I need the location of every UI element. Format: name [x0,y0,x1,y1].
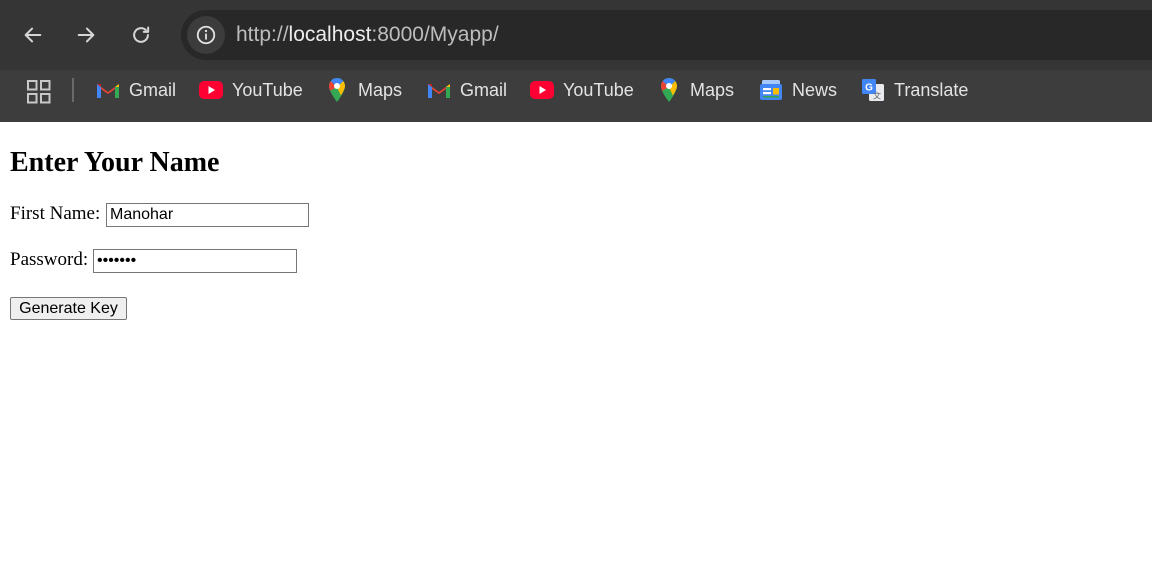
back-button[interactable] [15,17,51,53]
maps-icon [657,78,681,102]
page-title: Enter Your Name [10,147,220,178]
page-content: Enter Your Name First Name: Manohar Pass… [0,122,1152,571]
bookmark-label: Translate [894,79,969,100]
bookmark-label: Gmail [129,79,177,100]
bookmarks-separator [72,78,74,102]
reload-icon [133,26,150,43]
first-name-label: First Name: [10,203,101,224]
url-path: :8000/Myapp/ [371,23,499,46]
reload-button[interactable] [123,17,159,53]
youtube-icon [530,78,554,102]
bookmark-gmail[interactable]: Gmail [96,77,176,103]
url-host: localhost [288,23,372,46]
youtube-icon [199,78,223,102]
bookmark-gmail[interactable]: Gmail [427,77,507,103]
gmail-icon [96,78,120,102]
bookmark-youtube[interactable]: YouTube [530,77,634,103]
first-name-input[interactable]: Manohar [106,203,309,227]
info-icon [196,25,216,45]
bookmark-label: YouTube [563,79,634,100]
svg-text:G: G [865,83,873,94]
generate-key-button[interactable]: Generate Key [10,297,127,320]
news-icon [759,78,783,102]
bookmark-maps[interactable]: Maps [657,77,734,103]
forward-arrow-icon [77,27,95,43]
password-label: Password: [10,249,89,270]
bookmark-label: Maps [690,79,735,100]
maps-icon [325,78,349,102]
bookmark-youtube[interactable]: YouTube [199,77,303,103]
apps-grid-icon[interactable] [26,79,52,105]
bookmark-news[interactable]: News [759,77,837,103]
url-scheme: http:// [236,23,289,46]
bookmark-label: YouTube [232,79,303,100]
bookmark-label: News [792,79,838,100]
translate-icon: G文 [861,78,885,102]
svg-text:文: 文 [873,91,881,101]
browser-toolbar: http://localhost:8000/Myapp/ [0,0,1152,70]
url-text[interactable]: http://localhost:8000/Myapp/ [236,23,499,47]
password-input[interactable]: ••••••• [93,249,297,273]
bookmark-label: Gmail [460,79,508,100]
gmail-icon [427,78,451,102]
site-info-button[interactable] [187,16,225,54]
bookmark-translate[interactable]: G文 Translate [861,77,968,103]
forward-button[interactable] [68,17,104,53]
bookmark-maps[interactable]: Maps [325,77,402,103]
bookmark-label: Maps [358,79,403,100]
address-bar[interactable]: http://localhost:8000/Myapp/ [181,10,1152,60]
back-arrow-icon [24,27,42,43]
